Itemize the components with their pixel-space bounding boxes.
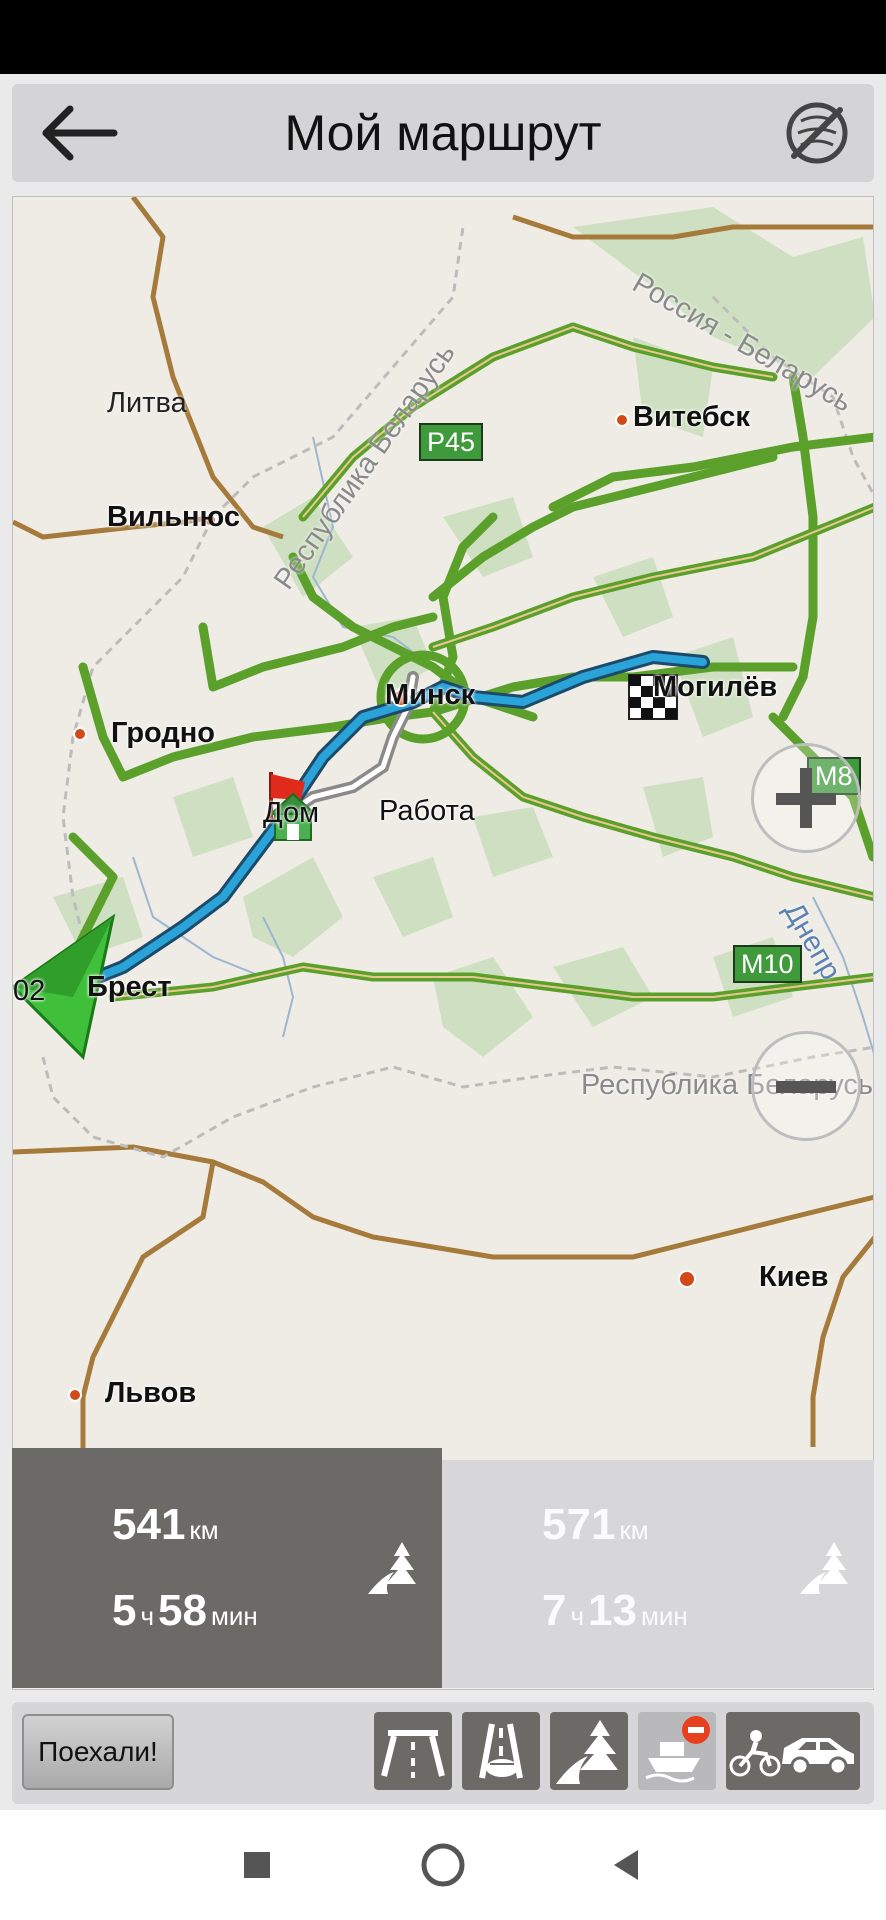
city-label-grodno: Гродно: [111, 717, 216, 749]
header-bar: Мой маршрут: [12, 84, 874, 182]
route-distance-unit: км: [189, 1515, 219, 1545]
position-label: 02: [13, 975, 46, 1007]
route-hours: 7: [542, 1586, 567, 1635]
no-gps-button[interactable]: [780, 96, 854, 170]
route-minutes: 58: [158, 1586, 207, 1635]
home-button[interactable]: [416, 1838, 470, 1892]
avoid-highways-button[interactable]: [374, 1712, 452, 1790]
back-nav-button[interactable]: [600, 1838, 654, 1892]
ferry-icon: [645, 1716, 710, 1783]
bottom-toolbar: Поехали!: [12, 1702, 874, 1804]
unpaved-road-icon: [800, 1542, 848, 1594]
circle-icon: [421, 1843, 465, 1887]
avoid-unpaved-roads-button[interactable]: [550, 1712, 628, 1790]
city-label-minsk: Минск: [385, 679, 476, 711]
route-distance: 571: [542, 1500, 616, 1549]
country-label-lithuania: Литва: [107, 387, 187, 419]
route-hours-unit: ч: [570, 1601, 585, 1631]
route-distance: 541: [112, 1500, 186, 1549]
road-sign-m10: M10: [733, 945, 802, 983]
place-label-work: Работа: [379, 795, 475, 827]
minus-icon: [776, 1081, 836, 1093]
unpaved-road-icon: [368, 1542, 416, 1594]
status-bar: [0, 0, 886, 74]
road-sign-p45: P45: [419, 423, 484, 461]
city-label-vilnius: Вильнюс: [107, 501, 241, 533]
route-minutes: 13: [588, 1586, 637, 1635]
route-distance-unit: км: [619, 1515, 649, 1545]
zoom-in-button[interactable]: [751, 743, 861, 853]
toll-road-icon: [479, 1723, 523, 1779]
city-label-vitebsk: Витебск: [633, 401, 750, 433]
system-navigation-bar: [0, 1810, 886, 1920]
place-label-home: Дом: [263, 797, 320, 829]
arrow-left-icon: [42, 105, 118, 161]
vehicle-type-button[interactable]: [726, 1712, 860, 1790]
satellite-off-icon: [786, 102, 848, 164]
route-minutes-unit: мин: [210, 1601, 258, 1631]
vehicle-type-icon: [729, 1730, 854, 1777]
avoid-ferries-button[interactable]: [638, 1712, 716, 1790]
route-option-1[interactable]: 541 км 5 ч58 мин: [12, 1448, 442, 1688]
city-label-mogilev: Могилёв: [653, 671, 778, 703]
city-label-brest: Брест: [87, 971, 172, 1003]
go-button[interactable]: Поехали!: [22, 1714, 174, 1790]
zoom-out-button[interactable]: [751, 1031, 861, 1141]
recents-button[interactable]: [230, 1838, 284, 1892]
highway-icon: [381, 1730, 445, 1778]
route-hours-unit: ч: [140, 1601, 155, 1631]
triangle-back-icon: [614, 1850, 638, 1880]
unpaved-road-icon: [556, 1720, 618, 1784]
route-option-2[interactable]: 571 км 7 ч13 мин: [442, 1460, 874, 1688]
city-label-lviv: Львов: [105, 1377, 197, 1409]
city-label-kiev: Киев: [759, 1261, 829, 1293]
route-hours: 5: [112, 1586, 137, 1635]
city-markers: [68, 413, 696, 1402]
avoid-toll-roads-button[interactable]: [462, 1712, 540, 1790]
back-button[interactable]: [34, 100, 124, 166]
page-title: Мой маршрут: [284, 105, 602, 161]
route-minutes-unit: мин: [640, 1601, 688, 1631]
square-icon: [244, 1852, 270, 1878]
